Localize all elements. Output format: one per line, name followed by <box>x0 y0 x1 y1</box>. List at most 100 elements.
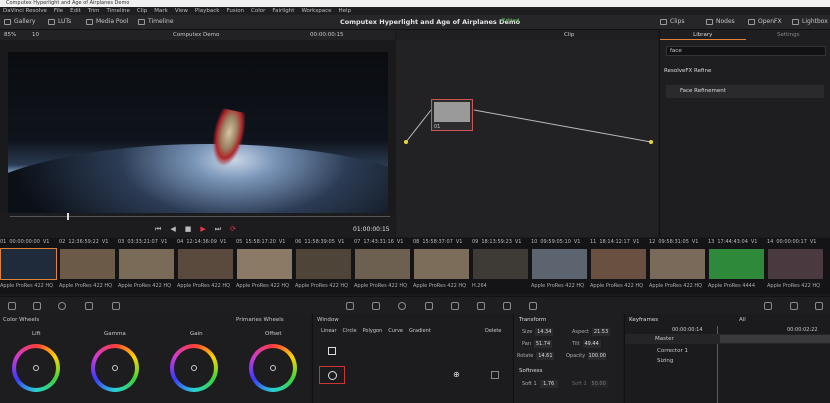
jump-end-icon[interactable]: ⏭ <box>215 225 221 234</box>
zoom-select[interactable]: 85% <box>4 30 16 40</box>
menu-edit[interactable]: Edit <box>70 7 81 15</box>
clip-thumbnail[interactable]: 11 18:14:12:17 V1 Apple ProRes 422 HQ <box>590 238 647 294</box>
scrubber-playhead[interactable] <box>67 213 69 220</box>
clip-thumbnail[interactable]: 08 15:58:37:07 V1 Apple ProRes 422 HQ <box>413 238 470 294</box>
gamma-puck[interactable] <box>112 365 118 371</box>
clip-thumbnail[interactable]: 06 11:58:39:05 V1 Apple ProRes 422 HQ <box>295 238 352 294</box>
blur-icon[interactable] <box>477 302 485 310</box>
key-icon[interactable] <box>503 302 511 310</box>
clip-thumbnail[interactable]: 14 00:00:00:17 V1 Apple ProRes 422 HQ <box>767 238 824 294</box>
luts-button[interactable]: LUTs <box>48 18 71 25</box>
video-viewer[interactable] <box>8 52 388 213</box>
info-icon[interactable] <box>790 302 798 310</box>
clip-thumbnail[interactable]: 12 09:58:31:05 V1 Apple ProRes 422 HQ <box>649 238 706 294</box>
loop-icon[interactable]: ⟳ <box>230 225 236 234</box>
gamma-wheel[interactable] <box>91 344 139 392</box>
qualifier-icon[interactable] <box>372 302 380 310</box>
size-field[interactable]: Size 14.34 <box>522 328 554 336</box>
clip-thumbnail[interactable]: 02 12:36:59:22 V1 Apple ProRes 422 HQ <box>59 238 116 294</box>
soft1-value[interactable]: 1.76 <box>539 380 558 388</box>
lightbox-button[interactable]: Lightbox <box>792 18 828 25</box>
jump-start-icon[interactable]: ⏮ <box>155 225 161 234</box>
menu-view[interactable]: View <box>175 7 188 15</box>
gain-wheel[interactable] <box>170 344 218 392</box>
reverse-icon[interactable]: ◀ <box>170 225 175 234</box>
window-polygon-tool[interactable]: Polygon <box>363 328 383 334</box>
menu-davinci-resolve[interactable]: DaVinci Resolve <box>3 7 47 15</box>
opacity-field[interactable]: Opacity 100.00 <box>566 352 607 360</box>
node-graph[interactable]: 01 <box>396 40 658 237</box>
gallery-button[interactable]: Gallery <box>4 18 35 25</box>
timeline-button[interactable]: Timeline <box>138 18 174 25</box>
clip-thumbnail[interactable]: 07 17:43:31:16 V1 Apple ProRes 422 HQ <box>354 238 411 294</box>
color-wheels-icon[interactable] <box>58 302 66 310</box>
rgb-mixer-icon[interactable] <box>85 302 93 310</box>
size-value[interactable]: 14.34 <box>535 328 554 336</box>
window-curve-tool[interactable]: Curve <box>388 328 403 334</box>
stop-icon[interactable]: ■ <box>185 225 192 234</box>
effects-search-input[interactable]: face <box>666 46 826 56</box>
lift-puck[interactable] <box>33 365 39 371</box>
magic-mask-icon[interactable] <box>451 302 459 310</box>
settings-icon[interactable] <box>815 302 823 310</box>
scopes-icon[interactable] <box>764 302 772 310</box>
offset-puck[interactable] <box>270 365 276 371</box>
clip-thumbnail[interactable]: 01 00:00:00:00 V1 Apple ProRes 422 HQ <box>0 238 57 294</box>
menu-timeline[interactable]: Timeline <box>107 7 130 15</box>
fx-item-face-refinement[interactable]: Face Refinement <box>666 85 824 98</box>
camera-raw-icon[interactable] <box>8 302 16 310</box>
menu-mark[interactable]: Mark <box>154 7 168 15</box>
keyframe-row-corrector[interactable]: Corrector 1 <box>625 346 830 356</box>
aspect-value[interactable]: 21.53 <box>592 328 610 336</box>
menu-trim[interactable]: Trim <box>88 7 100 15</box>
wheels-mode-select[interactable]: Primaries Wheels <box>236 317 284 323</box>
nodes-button[interactable]: Nodes <box>706 18 735 25</box>
tilt-value[interactable]: 49.44 <box>582 340 601 348</box>
clip-thumbnail[interactable]: 05 15:58:17:20 V1 Apple ProRes 422 HQ <box>236 238 293 294</box>
menu-workspace[interactable]: Workspace <box>301 7 331 15</box>
motion-effects-icon[interactable] <box>112 302 120 310</box>
lift-wheel[interactable] <box>12 344 60 392</box>
window-square[interactable] <box>319 342 345 360</box>
clip-thumbnail[interactable]: 04 12:14:36:09 V1 Apple ProRes 422 HQ <box>177 238 234 294</box>
tracker-icon[interactable] <box>425 302 433 310</box>
soft2-field[interactable]: Soft 2 50.00 <box>572 380 608 388</box>
soft1-field[interactable]: Soft 1 1.76 <box>522 380 558 388</box>
window-invert-icon[interactable] <box>491 371 499 379</box>
tab-settings[interactable]: Settings <box>746 30 830 40</box>
menu-help[interactable]: Help <box>339 7 352 15</box>
corrector-node[interactable]: 01 <box>431 99 473 131</box>
menu-fusion[interactable]: Fusion <box>226 7 244 15</box>
sizing-icon[interactable] <box>529 302 537 310</box>
menu-clip[interactable]: Clip <box>137 7 147 15</box>
window-gradient-tool[interactable]: Gradient <box>409 328 431 334</box>
curves-icon[interactable] <box>346 302 354 310</box>
window-delete-button[interactable]: Delete <box>485 328 501 334</box>
clip-thumbnail[interactable]: 03 03:33:21:07 V1 Apple ProRes 422 HQ <box>118 238 175 294</box>
menu-playback[interactable]: Playback <box>195 7 220 15</box>
tilt-field[interactable]: Tilt 49.44 <box>572 340 601 348</box>
opacity-value[interactable]: 100.00 <box>588 352 607 360</box>
window-circle-tool[interactable]: Circle <box>343 328 357 334</box>
keyframes-filter-select[interactable]: All <box>739 317 746 323</box>
gain-puck[interactable] <box>191 365 197 371</box>
keyframe-row-master[interactable]: Master <box>625 334 830 344</box>
clips-button[interactable]: Clips <box>660 18 684 25</box>
openfx-button[interactable]: OpenFX <box>748 18 782 25</box>
viewer-quality[interactable]: 10 <box>32 30 39 40</box>
window-icon[interactable] <box>398 302 406 310</box>
keyframe-row-sizing[interactable]: Sizing <box>625 356 830 366</box>
color-match-icon[interactable] <box>33 302 41 310</box>
offset-wheel[interactable] <box>249 344 297 392</box>
play-icon[interactable]: ▶ <box>200 225 205 234</box>
menu-file[interactable]: File <box>54 7 63 15</box>
node-mode-select[interactable]: Clip <box>564 30 574 40</box>
media-pool-button[interactable]: Media Pool <box>86 18 128 25</box>
rotate-value[interactable]: 14.61 <box>536 352 555 360</box>
rotate-field[interactable]: Rotate 14.61 <box>517 352 555 360</box>
menu-color[interactable]: Color <box>251 7 265 15</box>
window-circle-selected[interactable] <box>319 366 345 384</box>
clip-thumbnail[interactable]: 13 17:44:43:04 V1 Apple ProRes 4444 <box>708 238 765 294</box>
pan-value[interactable]: 51.74 <box>534 340 553 348</box>
tab-library[interactable]: Library <box>660 30 746 40</box>
